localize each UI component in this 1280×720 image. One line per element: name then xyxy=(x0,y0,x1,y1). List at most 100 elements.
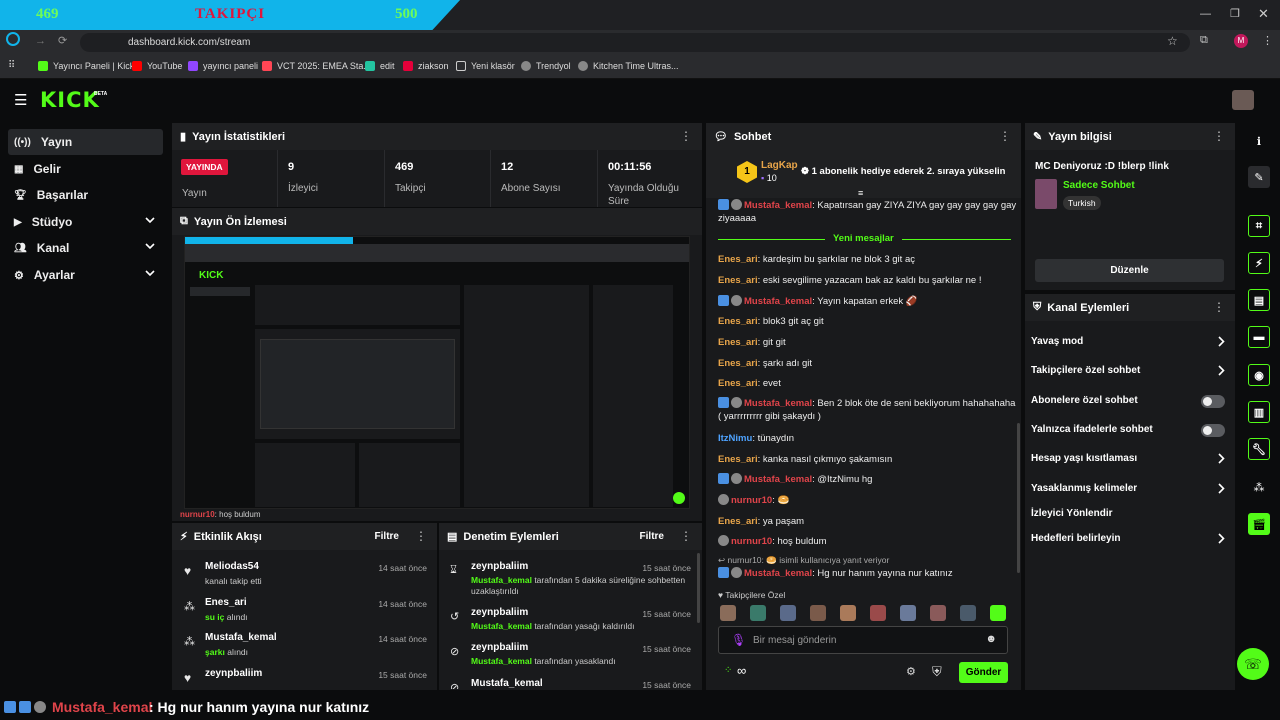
bookmark-4[interactable]: edit xyxy=(365,61,395,71)
moderation-user[interactable]: zeynpbaliim xyxy=(471,607,528,618)
kebab-menu-icon[interactable]: ⋮ xyxy=(680,530,692,542)
chat-username[interactable]: nurnur10 xyxy=(731,495,772,506)
moderation-user[interactable]: zeynpbaliim xyxy=(471,561,528,572)
edit-stream-button[interactable]: Düzenle xyxy=(1035,259,1224,282)
channel-action-item[interactable]: Hesap yaşı kısıtlaması xyxy=(1031,453,1229,469)
reload-icon[interactable]: ⟳ xyxy=(58,34,67,47)
sidebar-item-ayarlar[interactable]: ⚙ Ayarlar xyxy=(8,262,163,288)
moderation-scrollbar[interactable] xyxy=(697,553,700,623)
bookmark-3[interactable]: VCT 2025: EMEA Sta... xyxy=(262,61,371,71)
profile-avatar[interactable]: M xyxy=(1234,34,1248,48)
chat-input[interactable]: 🎙︎ Bir mesaj gönderin ☻ xyxy=(718,626,1008,654)
kick-logo[interactable]: KICK xyxy=(40,88,100,112)
microphone-icon[interactable]: 🎙︎ xyxy=(731,633,746,647)
user-avatar[interactable] xyxy=(1232,90,1254,110)
extensions-icon[interactable]: ⧉ xyxy=(1200,34,1208,47)
preview-video[interactable]: KICK xyxy=(184,236,690,509)
pinned-leaderboard[interactable]: 1 LagKap ▪ 10 ❁ 1 abonelik hediye ederek… xyxy=(706,150,1021,198)
hamburger-menu-icon[interactable]: ☰ xyxy=(14,91,27,109)
chat-username[interactable]: Enes_ari xyxy=(718,454,758,465)
activity-user[interactable]: zeynpbaliim xyxy=(205,668,262,679)
close-window-button[interactable]: ✕ xyxy=(1258,6,1269,22)
lightning-icon[interactable]: ⚡︎ xyxy=(1248,252,1270,274)
bookmark-8[interactable]: Kitchen Time Ultras... xyxy=(578,61,679,71)
emote-icon[interactable] xyxy=(990,605,1006,621)
bookmark-7[interactable]: Trendyol xyxy=(521,61,571,71)
activity-user[interactable]: Enes_ari xyxy=(205,597,247,608)
back-icon[interactable] xyxy=(6,32,20,46)
info-icon[interactable]: ℹ xyxy=(1248,130,1270,152)
chat-username[interactable]: Enes_ari xyxy=(718,378,758,389)
pencil-icon[interactable]: ✎ xyxy=(1248,166,1270,188)
chat-username[interactable]: nurnur10 xyxy=(731,536,772,547)
moderation-user[interactable]: zeynpbaliim xyxy=(471,642,528,653)
channel-action-item[interactable]: İzleyici Yönlendir xyxy=(1031,508,1229,524)
bookmark-1[interactable]: YouTube xyxy=(132,61,182,71)
channel-action-item[interactable]: Abonelere özel sohbet xyxy=(1031,395,1229,411)
wrench-icon[interactable]: 🔧︎ xyxy=(1248,438,1270,460)
layout-icon[interactable]: ▥ xyxy=(1248,401,1270,423)
chat-username[interactable]: Enes_ari xyxy=(718,316,758,327)
emote-icon[interactable] xyxy=(810,605,826,621)
channel-action-item[interactable]: Yalnızca ifadelerle sohbet xyxy=(1031,424,1229,440)
sidebar-item-gelir[interactable]: ▦ Gelir xyxy=(8,156,163,182)
emote-icon[interactable] xyxy=(960,605,976,621)
chat-username[interactable]: Mustafa_kemal xyxy=(744,296,812,307)
chat-username[interactable]: Mustafa_kemal xyxy=(744,568,812,579)
emote-icon[interactable] xyxy=(720,605,736,621)
chat-username[interactable]: Mustafa_kemal xyxy=(744,200,812,211)
shield-icon[interactable]: ⛨ xyxy=(932,664,942,680)
activity-filter-button[interactable]: Filtre xyxy=(375,531,399,542)
bookmark-0[interactable]: Yayıncı Paneli | Kick xyxy=(38,61,134,71)
moderation-filter-button[interactable]: Filtre xyxy=(640,531,664,542)
help-chat-icon[interactable]: ☏ xyxy=(1237,648,1269,680)
browser-menu-icon[interactable]: ⋮ xyxy=(1262,34,1273,47)
toggle-switch[interactable] xyxy=(1201,424,1225,437)
emote-icon[interactable] xyxy=(750,605,766,621)
focus-icon[interactable]: ⌗ xyxy=(1248,215,1270,237)
kebab-menu-icon[interactable]: ⋮ xyxy=(999,130,1011,142)
emote-icon[interactable] xyxy=(870,605,886,621)
activity-user[interactable]: Meliodas54 xyxy=(205,561,259,572)
bookmark-5[interactable]: ziakson xyxy=(403,61,449,71)
channel-action-item[interactable]: Takipçilere özel sohbet xyxy=(1031,365,1229,381)
emote-icon[interactable] xyxy=(840,605,856,621)
restore-button[interactable]: ❐ xyxy=(1230,7,1240,20)
emote-icon[interactable] xyxy=(930,605,946,621)
clapperboard-icon[interactable]: 🎬︎ xyxy=(1248,513,1270,535)
chat-username[interactable]: Mustafa_kemal xyxy=(744,398,812,409)
kebab-menu-icon[interactable]: ⋮ xyxy=(1213,130,1225,142)
sidebar-item-kanal[interactable]: 👥︎ Kanal xyxy=(8,235,163,261)
bookmark-star-icon[interactable]: ☆ xyxy=(1167,34,1178,48)
bookmark-6[interactable]: Yeni klasör xyxy=(456,61,515,71)
chat-username[interactable]: ItzNimu xyxy=(718,433,752,444)
sidebar-item-studyo[interactable]: ▶ Stüdyo xyxy=(8,209,163,235)
chat-username[interactable]: Mustafa_kemal xyxy=(744,474,812,485)
send-button[interactable]: Gönder xyxy=(959,662,1008,683)
chat-username[interactable]: Enes_ari xyxy=(718,275,758,286)
collapse-icon[interactable]: ≡ xyxy=(858,188,863,198)
chat-icon[interactable]: ▬ xyxy=(1248,326,1270,348)
emoji-icon[interactable]: ☻ xyxy=(985,633,997,645)
points-icon[interactable]: ⁘ xyxy=(724,665,732,676)
emote-icon[interactable] xyxy=(900,605,916,621)
category-link[interactable]: Sadece Sohbet xyxy=(1063,180,1135,191)
channel-action-item[interactable]: Yavaş mod xyxy=(1031,336,1229,352)
clipboard-icon[interactable]: ▤ xyxy=(1248,289,1270,311)
minimize-button[interactable]: — xyxy=(1200,8,1211,20)
kebab-menu-icon[interactable]: ⋮ xyxy=(1213,301,1225,313)
points-icon[interactable]: ⁂ xyxy=(1248,476,1270,498)
chat-username[interactable]: Enes_ari xyxy=(718,358,758,369)
channel-action-item[interactable]: Yasaklanmış kelimeler xyxy=(1031,483,1229,499)
broadcast-icon[interactable]: ◉ xyxy=(1248,364,1270,386)
apps-grid-icon[interactable]: ⠿ xyxy=(8,60,15,71)
kebab-menu-icon[interactable]: ⋮ xyxy=(415,530,427,542)
activity-user[interactable]: Mustafa_kemal xyxy=(205,632,277,643)
bookmark-2[interactable]: yayıncı paneli xyxy=(188,61,258,71)
chat-username[interactable]: Enes_ari xyxy=(718,516,758,527)
channel-action-item[interactable]: Hedefleri belirleyin xyxy=(1031,533,1229,549)
sidebar-item-yayin[interactable]: ((•)) Yayın xyxy=(8,129,163,155)
moderation-user[interactable]: Mustafa_kemal xyxy=(471,678,543,689)
toggle-switch[interactable] xyxy=(1201,395,1225,408)
chat-settings-icon[interactable]: ⚙ xyxy=(906,665,916,678)
